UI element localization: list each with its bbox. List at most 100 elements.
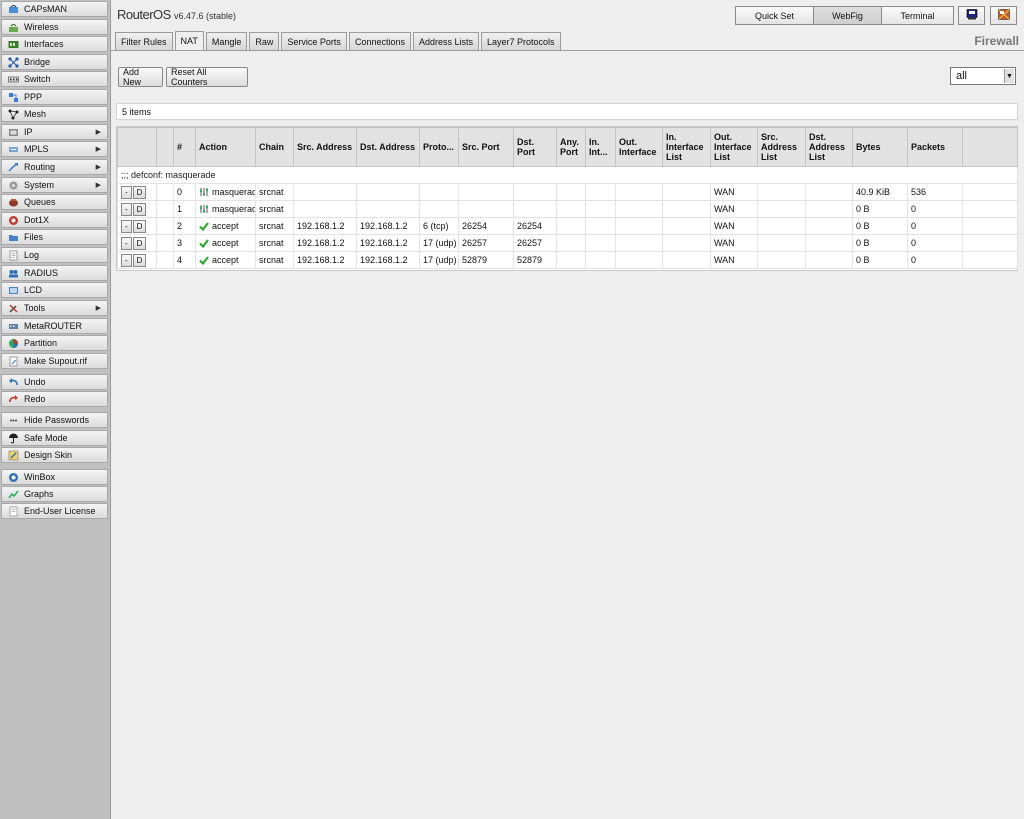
sidebar-item-partition[interactable]: Partition bbox=[1, 335, 108, 351]
column-header[interactable]: In. Interface List bbox=[662, 127, 711, 167]
sidebar-item-ip[interactable]: IP ▶ bbox=[1, 124, 108, 140]
sidebar-item-log[interactable]: Log bbox=[1, 247, 108, 263]
sidebar-item-routing[interactable]: Routing ▶ bbox=[1, 159, 108, 175]
sidebar-item-make-supout-rif[interactable]: Make Supout.rif bbox=[1, 353, 108, 369]
webfig-button[interactable]: WebFig bbox=[813, 6, 882, 25]
sidebar-item-winbox[interactable]: WinBox bbox=[1, 469, 108, 485]
sidebar-item-tools[interactable]: Tools ▶ bbox=[1, 300, 108, 316]
delete-button[interactable]: D bbox=[132, 185, 147, 199]
disable-button[interactable]: - bbox=[121, 236, 132, 250]
column-header[interactable] bbox=[962, 127, 1018, 167]
table-row[interactable]: -D 1 masqueradesrcnat WAN 0 B0 bbox=[117, 200, 1018, 218]
sidebar-item-safe-mode[interactable]: Safe Mode bbox=[1, 430, 108, 446]
tab-layer7-protocols[interactable]: Layer7 Protocols bbox=[481, 32, 561, 50]
table-row[interactable]: - D 2 accept srcnat 192.168.1.2 192.168.1.2 6 (… bbox=[117, 217, 1018, 235]
sidebar-item-radius[interactable]: RADIUS bbox=[1, 265, 108, 281]
disable-button[interactable]: - bbox=[121, 202, 132, 216]
disable-button[interactable]: - bbox=[121, 185, 132, 199]
sidebar-item-files[interactable]: Files bbox=[1, 229, 108, 245]
row-buttons: -D bbox=[117, 200, 157, 218]
sidebar-item-queues[interactable]: Queues bbox=[1, 194, 108, 210]
dot1x-icon bbox=[8, 215, 19, 226]
sidebar-item-label: Mesh bbox=[24, 109, 47, 119]
disable-button[interactable]: - bbox=[121, 219, 132, 233]
sidebar-item-graphs[interactable]: Graphs bbox=[1, 486, 108, 502]
sidebar-item-system[interactable]: System ▶ bbox=[1, 177, 108, 193]
sidebar-item-design-skin[interactable]: Design Skin bbox=[1, 447, 108, 463]
delete-button[interactable]: D bbox=[132, 202, 147, 216]
sidebar-item-dot1x[interactable]: Dot1X bbox=[1, 212, 108, 228]
delete-button[interactable]: D bbox=[132, 236, 147, 250]
cell-dst-address: 192.168.1.2 bbox=[356, 217, 420, 235]
sidebar-item-mpls[interactable]: MPLS ▶ bbox=[1, 141, 108, 157]
accept-icon bbox=[199, 238, 209, 249]
column-header[interactable]: Packets bbox=[907, 127, 963, 167]
sidebar-item-label: Wireless bbox=[24, 22, 59, 32]
column-header[interactable]: Chain bbox=[255, 127, 294, 167]
sidebar-item-switch[interactable]: Switch bbox=[1, 71, 108, 87]
quick-set-button[interactable]: Quick Set bbox=[735, 6, 814, 25]
disable-button[interactable]: - bbox=[121, 253, 132, 267]
sidebar-item-hide-passwords[interactable]: Hide Passwords bbox=[1, 412, 108, 428]
flag-button[interactable] bbox=[990, 6, 1017, 25]
cell-protocol: 17 (udp) bbox=[419, 234, 459, 252]
tab-mangle[interactable]: Mangle bbox=[205, 32, 248, 50]
tab-service-ports[interactable]: Service Ports bbox=[281, 32, 347, 50]
tab-connections[interactable]: Connections bbox=[348, 32, 411, 50]
cell-out-interface bbox=[615, 234, 663, 252]
cell-out-interface-list: WAN bbox=[710, 251, 758, 269]
sidebar-item-bridge[interactable]: Bridge bbox=[1, 54, 108, 70]
tab-nat[interactable]: NAT bbox=[174, 31, 204, 50]
delete-button[interactable]: D bbox=[132, 253, 147, 267]
column-header[interactable]: In. Int... bbox=[585, 127, 616, 167]
monitor-button[interactable] bbox=[958, 6, 985, 25]
sidebar-item-undo[interactable]: Undo bbox=[1, 374, 108, 390]
supout-icon bbox=[8, 356, 19, 367]
sidebar-item-interfaces[interactable]: Interfaces bbox=[1, 36, 108, 52]
column-header[interactable]: Bytes bbox=[852, 127, 908, 167]
column-header[interactable]: Src. Port bbox=[458, 127, 514, 167]
sidebar-item-label: RADIUS bbox=[24, 268, 59, 278]
table-row[interactable]: -D 0 masqueradesrcnat WAN 40.9 KiB536 bbox=[117, 183, 1018, 201]
table-row[interactable]: - D 3 accept srcnat 192.168.1.2 192.168.1.2 17 … bbox=[117, 234, 1018, 252]
column-header[interactable]: Dst. Port bbox=[513, 127, 557, 167]
section-title: Firewall bbox=[974, 34, 1019, 48]
sidebar-item-mesh[interactable]: Mesh bbox=[1, 106, 108, 122]
cell-out-interface-list: WAN bbox=[710, 183, 758, 201]
cell-in-interface bbox=[585, 234, 616, 252]
cell-src-address-list bbox=[757, 234, 806, 252]
sidebar-item-end-user-license[interactable]: End-User License bbox=[1, 503, 108, 519]
column-header[interactable]: Dst. Address bbox=[356, 127, 420, 167]
column-header[interactable]: Src. Address bbox=[293, 127, 357, 167]
delete-button[interactable]: D bbox=[132, 219, 147, 233]
sidebar-item-lcd[interactable]: LCD bbox=[1, 282, 108, 298]
filter-select[interactable]: all ▼ bbox=[950, 67, 1016, 85]
sidebar-item-wireless[interactable]: Wireless bbox=[1, 19, 108, 35]
column-header[interactable]: Dst. Address List bbox=[805, 127, 853, 167]
column-header[interactable]: Out. Interface bbox=[615, 127, 663, 167]
column-header[interactable]: Proto... bbox=[419, 127, 459, 167]
cell-dst-address: 192.168.1.2 bbox=[356, 251, 420, 269]
sidebar-item-metarouter[interactable]: MetaROUTER bbox=[1, 318, 108, 334]
column-header[interactable] bbox=[117, 127, 157, 167]
tab-filter-rules[interactable]: Filter Rules bbox=[115, 32, 173, 50]
table-row[interactable]: - D 4 accept srcnat 192.168.1.2 192.168.1.2 17 … bbox=[117, 251, 1018, 269]
sidebar-item-capsman[interactable]: CAPsMAN bbox=[1, 1, 108, 17]
reset-all-counters-button[interactable]: Reset All Counters bbox=[166, 67, 248, 87]
column-header[interactable]: Action bbox=[195, 127, 256, 167]
column-header[interactable] bbox=[156, 127, 174, 167]
column-header[interactable]: Out. Interface List bbox=[710, 127, 758, 167]
sidebar-item-redo[interactable]: Redo bbox=[1, 391, 108, 407]
tab-raw[interactable]: Raw bbox=[249, 32, 280, 50]
add-new-button[interactable]: Add New bbox=[118, 67, 163, 87]
winbox-icon bbox=[8, 472, 19, 483]
cell-src-port: 26257 bbox=[458, 234, 514, 252]
terminal-button[interactable]: Terminal bbox=[881, 6, 954, 25]
filter-value: all bbox=[956, 70, 968, 82]
column-header[interactable]: Any. Port bbox=[556, 127, 586, 167]
column-header[interactable]: Src. Address List bbox=[757, 127, 806, 167]
sidebar-item-ppp[interactable]: PPP bbox=[1, 89, 108, 105]
tab-address-lists[interactable]: Address Lists bbox=[412, 32, 480, 50]
mesh-icon bbox=[8, 109, 19, 120]
column-header[interactable]: # bbox=[173, 127, 196, 167]
